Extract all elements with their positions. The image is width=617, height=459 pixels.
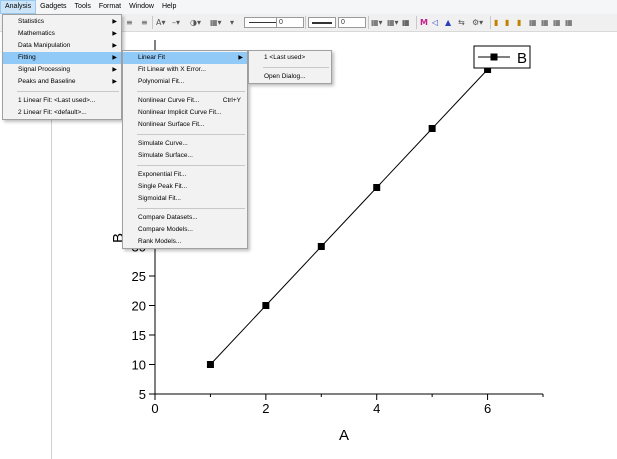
legend-marker	[490, 53, 498, 61]
fitting-menu: Linear Fit ▶ Fit Linear with X Error... P…	[122, 50, 248, 249]
chevron-right-icon: ▶	[112, 55, 117, 61]
x-axis-title: A	[339, 427, 349, 444]
menu-item-single-peak-fit[interactable]: Single Peak Fit...	[123, 181, 247, 193]
series-line	[210, 69, 488, 365]
shortcut-label: Ctrl+Y	[222, 97, 241, 104]
chevron-right-icon: ▶	[112, 67, 117, 73]
menu-item-nonlinear-curve-fit[interactable]: Nonlinear Curve Fit... Ctrl+Y	[123, 95, 247, 107]
menu-item-peaks-baseline[interactable]: Peaks and Baseline ▶	[3, 76, 121, 88]
x-tick-label: 4	[373, 401, 380, 416]
data-point	[373, 184, 381, 191]
menu-item-recent-2[interactable]: 2 Linear Fit: <default>...	[3, 107, 121, 119]
menu-item-signal-processing[interactable]: Signal Processing ▶	[3, 64, 121, 76]
series-b	[206, 66, 492, 368]
menu-item-fitting[interactable]: Fitting ▶	[3, 52, 121, 64]
menu-item-compare-datasets[interactable]: Compare Datasets...	[123, 212, 247, 224]
x-tick-label: 2	[262, 401, 269, 416]
legend[interactable]: B	[473, 45, 531, 69]
menu-item-mathematics[interactable]: Mathematics ▶	[3, 28, 121, 40]
y-tick-label: 10	[132, 358, 146, 373]
menu-item-simulate-curve[interactable]: Simulate Curve...	[123, 138, 247, 150]
menu-separator	[137, 208, 245, 209]
y-tick-label: 15	[132, 328, 146, 343]
menu-item-data-manipulation[interactable]: Data Manipulation ▶	[3, 40, 121, 52]
y-tick-label: 5	[139, 387, 146, 402]
menu-item-nonlinear-implicit-fit[interactable]: Nonlinear Implicit Curve Fit...	[123, 107, 247, 119]
data-point	[206, 361, 214, 368]
menu-item-compare-models[interactable]: Compare Models...	[123, 224, 247, 236]
menu-item-statistics[interactable]: Statistics ▶	[3, 16, 121, 28]
y-tick-label: 20	[132, 299, 146, 314]
menu-item-simulate-surface[interactable]: Simulate Surface...	[123, 150, 247, 162]
chevron-right-icon: ▶	[238, 55, 243, 61]
menu-item-recent-1[interactable]: 1 Linear Fit: <Last used>...	[3, 95, 121, 107]
analysis-menu: Statistics ▶ Mathematics ▶ Data Manipulati…	[2, 14, 122, 120]
menu-item-exponential-fit[interactable]: Exponential Fit...	[123, 169, 247, 181]
menu-separator	[17, 91, 119, 92]
menu-item-sigmoidal-fit[interactable]: Sigmoidal Fit...	[123, 193, 247, 205]
data-point	[428, 125, 436, 132]
menu-item-nonlinear-surface-fit[interactable]: Nonlinear Surface Fit...	[123, 119, 247, 131]
chevron-right-icon: ▶	[112, 31, 117, 37]
linear-fit-menu: 1 <Last used> Open Dialog...	[248, 50, 332, 84]
menu-item-polynomial-fit[interactable]: Polynomial Fit...	[123, 76, 247, 88]
menu-separator	[263, 67, 329, 68]
menu-item-last-used[interactable]: 1 <Last used>	[249, 52, 331, 64]
data-point	[262, 302, 270, 309]
menu-item-fit-linear-x-error[interactable]: Fit Linear with X Error...	[123, 64, 247, 76]
y-tick-label: 25	[132, 269, 146, 284]
data-point	[317, 243, 325, 250]
menu-separator	[137, 165, 245, 166]
chevron-right-icon: ▶	[112, 79, 117, 85]
menu-item-rank-models[interactable]: Rank Models...	[123, 236, 247, 248]
chevron-right-icon: ▶	[112, 19, 117, 25]
menu-item-open-dialog[interactable]: Open Dialog...	[249, 71, 331, 83]
x-tick-label: 6	[484, 401, 491, 416]
menu-separator	[137, 91, 245, 92]
menu-separator	[137, 134, 245, 135]
legend-label-b: B	[517, 50, 527, 67]
x-tick-label: 0	[151, 401, 158, 416]
menu-item-linear-fit[interactable]: Linear Fit ▶	[123, 52, 247, 64]
chevron-right-icon: ▶	[112, 43, 117, 49]
